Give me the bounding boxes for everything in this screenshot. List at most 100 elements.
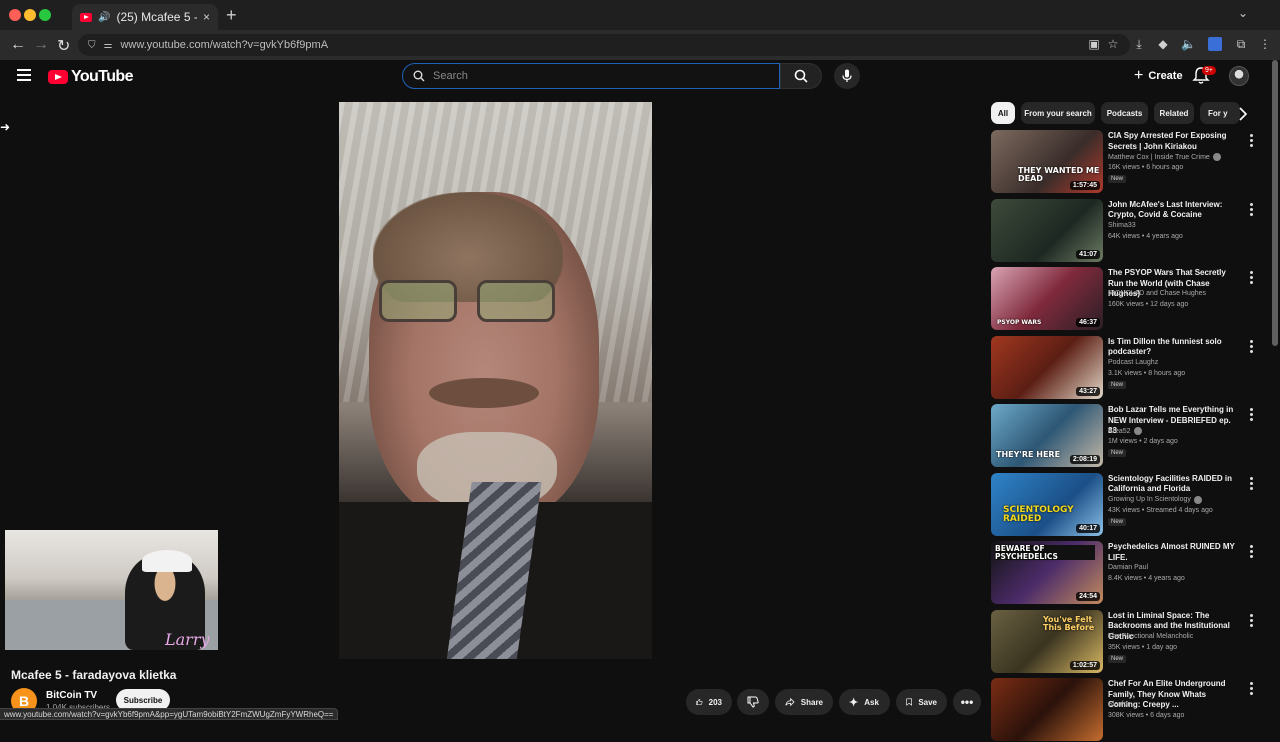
new-tab-button[interactable]: +: [226, 5, 237, 26]
video-thumbnail[interactable]: [991, 678, 1103, 741]
like-button[interactable]: 203: [686, 689, 732, 715]
verified-check-icon: [1193, 495, 1202, 504]
more-vertical-icon[interactable]: [1249, 271, 1255, 285]
ask-button[interactable]: ✦ Ask: [839, 689, 890, 715]
recommendation-item[interactable]: THEY WANTED ME DEAD 1:57:45 CIA Spy Arrest…: [991, 130, 1261, 194]
youtube-header: YouTube + Create 9+: [0, 60, 1280, 96]
channel-name[interactable]: BitCoin TV: [46, 690, 97, 701]
chevron-right-icon[interactable]: [1236, 106, 1250, 122]
recommendation-item[interactable]: SCIENTOLOGY RAIDED 40:17 Scientology Facil…: [991, 472, 1261, 537]
recommendation-channel[interactable]: Slesfor: [1108, 701, 1130, 708]
recommendation-channel[interactable]: Area52: [1108, 427, 1142, 435]
search-icon: [413, 70, 425, 82]
recommendation-title[interactable]: Is Tim Dillon the funniest solo podcaste…: [1108, 337, 1238, 358]
recommendation-channel[interactable]: Damian Paul: [1108, 564, 1148, 571]
recommendation-title[interactable]: John McAfee's Last Interview: Crypto, Co…: [1108, 200, 1238, 221]
more-vertical-icon[interactable]: [1249, 613, 1255, 628]
chip-podcasts[interactable]: Podcasts: [1101, 102, 1148, 124]
recommendation-item[interactable]: 43:27 Is Tim Dillon the funniest solo pod…: [991, 335, 1261, 400]
save-button[interactable]: Save: [896, 689, 947, 715]
chip-from-your-search[interactable]: From your search: [1021, 102, 1095, 124]
volume-icon[interactable]: 🔈: [1181, 37, 1196, 51]
site-info-icon[interactable]: ⛉: [88, 40, 96, 51]
picture-in-picture-icon[interactable]: ▣: [1087, 37, 1101, 51]
recommendation-channel[interactable]: Matthew Cox | Inside True Crime: [1108, 153, 1221, 161]
url-text[interactable]: www.youtube.com/watch?v=gvkYb6f9pmA: [120, 39, 328, 51]
video-thumbnail[interactable]: 41:07: [991, 198, 1103, 262]
hamburger-menu-icon[interactable]: [17, 69, 31, 81]
recommendation-item[interactable]: PSYOP WARS 46:37 The PSYOP Wars That Secre…: [991, 267, 1261, 331]
share-label: Share: [800, 697, 823, 707]
chip-for-you[interactable]: For y: [1200, 102, 1240, 124]
video-duration: 2:08:19: [1069, 455, 1100, 464]
tab-close-button[interactable]: ×: [203, 10, 210, 24]
recommendation-item[interactable]: Chef For An Elite Underground Family, Th…: [991, 678, 1261, 742]
extension-badge-icon[interactable]: [1208, 37, 1222, 51]
maximize-window-button[interactable]: [39, 9, 51, 21]
recommendation-meta: 8.4K views • 4 years ago: [1108, 575, 1185, 582]
video-thumbnail[interactable]: 43:27: [991, 335, 1103, 399]
search-icon: [794, 69, 808, 83]
more-vertical-icon[interactable]: [1249, 339, 1255, 354]
recommendation-item[interactable]: THEY'RE HERE 2:08:19 Bob Lazar Tells me Ev…: [991, 404, 1261, 468]
recommendation-channel[interactable]: Podcast Laughz: [1108, 359, 1158, 366]
recommendation-channel[interactable]: The Functional Melancholic: [1108, 633, 1193, 640]
recommendation-item[interactable]: BEWARE OF PSYCHEDELICS 24:54 Psychedelics …: [991, 541, 1261, 605]
more-actions-button[interactable]: •••: [953, 689, 981, 715]
voice-search-button[interactable]: [834, 63, 860, 89]
dislike-button[interactable]: [737, 689, 769, 715]
video-thumbnail[interactable]: PSYOP WARS 46:37: [991, 267, 1103, 330]
thumbs-up-icon: [696, 698, 703, 706]
more-vertical-icon[interactable]: [1249, 545, 1255, 559]
create-button[interactable]: + Create: [1124, 64, 1193, 88]
tune-icon[interactable]: ⚌: [104, 40, 113, 51]
recommendation-title[interactable]: Psychedelics Almost RUINED MY LIFE.: [1108, 542, 1238, 563]
reload-button[interactable]: ↻: [57, 36, 70, 56]
more-vertical-icon[interactable]: [1249, 476, 1255, 491]
video-player[interactable]: [339, 102, 652, 659]
recommendation-channel[interactable]: Growing Up In Scientology: [1108, 495, 1202, 504]
video-thumbnail[interactable]: BEWARE OF PSYCHEDELICS 24:54: [991, 541, 1103, 604]
verified-check-icon: [1212, 153, 1221, 161]
chip-all[interactable]: All: [991, 102, 1015, 124]
page-scrollbar[interactable]: [1272, 60, 1278, 346]
search-button[interactable]: [780, 63, 822, 89]
video-thumbnail[interactable]: SCIENTOLOGY RAIDED 40:17: [991, 472, 1103, 536]
back-button[interactable]: ←: [10, 36, 26, 54]
channel-name-text: Podcast Laughz: [1108, 358, 1159, 366]
youtube-logo-icon: [48, 70, 68, 84]
recommendation-item[interactable]: You've Felt This Before 1:02:57 Lost in Li…: [991, 609, 1261, 674]
recommendation-channel[interactable]: Shima33: [1108, 222, 1136, 229]
recommendation-meta: 160K views • 12 days ago: [1108, 301, 1189, 308]
browser-tab[interactable]: 🔊 (25) Mcafee 5 - faradayova ×: [72, 4, 218, 30]
recommendation-channel[interactable]: IRONCLAD and Chase Hughes: [1108, 290, 1206, 297]
minimize-window-button[interactable]: [24, 9, 36, 21]
video-thumbnail[interactable]: You've Felt This Before 1:02:57: [991, 609, 1103, 673]
extension-icon[interactable]: ◆: [1156, 37, 1170, 51]
more-vertical-icon[interactable]: [1249, 134, 1255, 148]
address-bar[interactable]: ⛉ ⚌ www.youtube.com/watch?v=gvkYb6f9pmA: [78, 34, 1130, 56]
youtube-logo[interactable]: YouTube: [48, 68, 133, 86]
speaker-icon[interactable]: 🔊: [98, 12, 110, 23]
video-frame-glasses: [379, 280, 564, 326]
search-box[interactable]: [402, 63, 780, 89]
share-button[interactable]: Share: [775, 689, 833, 715]
browser-menu-icon[interactable]: ⋮: [1258, 37, 1272, 51]
account-avatar[interactable]: [1229, 66, 1249, 86]
download-icon[interactable]: ⤓: [1132, 37, 1146, 51]
tab-search-chevron-icon[interactable]: ⌄: [1238, 6, 1248, 20]
video-thumbnail[interactable]: THEY WANTED ME DEAD 1:57:45: [991, 130, 1103, 193]
search-input[interactable]: [433, 70, 753, 82]
more-vertical-icon[interactable]: [1249, 682, 1255, 696]
close-window-button[interactable]: [9, 9, 21, 21]
recommendation-title[interactable]: CIA Spy Arrested For Exposing Secrets | …: [1108, 131, 1238, 152]
recommendation-item[interactable]: 41:07 John McAfee's Last Interview: Crypt…: [991, 198, 1261, 263]
more-vertical-icon[interactable]: [1249, 202, 1255, 217]
puzzle-extensions-icon[interactable]: ⧉: [1234, 37, 1248, 51]
chip-related[interactable]: Related: [1154, 102, 1194, 124]
more-vertical-icon[interactable]: [1249, 408, 1255, 422]
video-thumbnail[interactable]: THEY'RE HERE 2:08:19: [991, 404, 1103, 467]
forward-button[interactable]: →: [33, 36, 49, 54]
bookmark-star-icon[interactable]: ☆: [1106, 37, 1120, 51]
recommendation-title[interactable]: Scientology Facilities RAIDED in Califor…: [1108, 474, 1238, 495]
